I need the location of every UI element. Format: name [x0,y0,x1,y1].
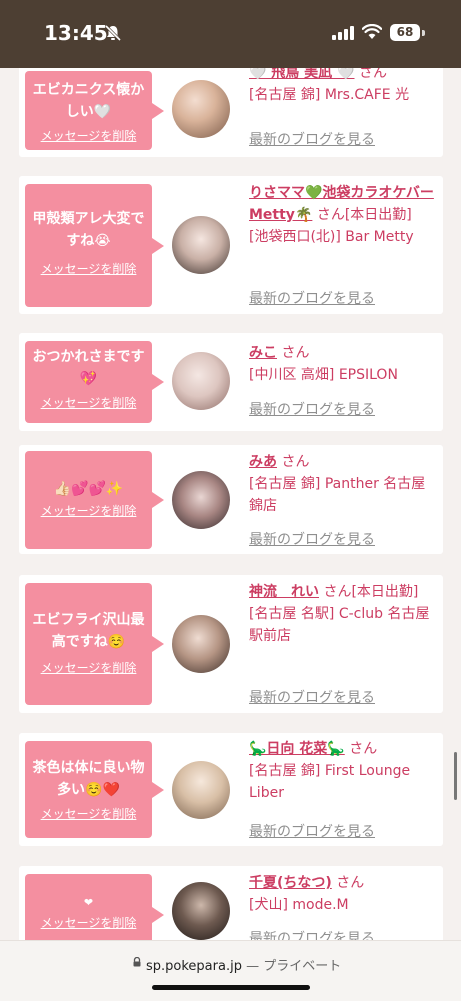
cast-name-link[interactable]: みこ [249,345,277,361]
latest-blog-link[interactable]: 最新のブログを見る [249,129,375,149]
message-text: ❤ [83,896,94,909]
mute-bell-icon [104,24,122,42]
honorific: さん [358,68,387,81]
delete-message-link[interactable]: メッセージを削除 [25,914,152,932]
avatar[interactable] [172,761,230,819]
cast-info: 神流 れい さん[本日出勤] [名古屋 名駅] C-club 名古屋駅前店 [249,581,439,647]
battery-tip [422,30,425,36]
cast-info: 千夏(ちなつ) さん [犬山] mode.M [249,872,439,916]
message-bubble: 甲殻類アレ大変ですね😭 メッセージを削除 [25,184,164,307]
message-text: おつかれさまです💖 [32,349,145,387]
delete-message-link[interactable]: メッセージを削除 [25,394,152,412]
message-bubble: エビフライ沢山最高ですね☺️ メッセージを削除 [25,583,164,705]
cast-info: 🦕日向 花菜🦕 さん [名古屋 錦] First Lounge Liber [249,738,439,804]
message-card: エビフライ沢山最高ですね☺️ メッセージを削除 神流 れい さん[本日出勤] [… [19,575,443,713]
honorific: さん [281,345,310,361]
avatar[interactable] [172,882,230,940]
latest-blog-link[interactable]: 最新のブログを見る [249,928,375,940]
cast-name-link[interactable]: 🤍 飛鳥 美凪 🤍 [249,68,355,81]
delete-message-link[interactable]: メッセージを削除 [25,805,152,823]
url-bar[interactable]: sp.pokepara.jp — プライベート [0,940,461,1001]
shop-name: [中川区 高畑] EPSILON [249,367,398,383]
message-card: 茶色は体に良い物多い☺️❤️ メッセージを削除 🦕日向 花菜🦕 さん [名古屋 … [19,733,443,846]
url-separator: — [246,959,260,974]
shop-name: [名古屋 名駅] C-club 名古屋駅前店 [249,606,430,644]
shop-name: [名古屋 錦] First Lounge Liber [249,763,411,801]
shop-name: [池袋西口(北)] Bar Metty [249,229,414,245]
status-bar: 13:45 68 [0,0,461,68]
message-bubble: ❤ メッセージを削除 [25,874,164,940]
message-text: 👍🏻💕💕✨ [53,481,124,497]
cast-name-link[interactable]: 神流 れい [249,584,319,600]
message-text: エビフライ沢山最高ですね☺️ [32,612,145,650]
latest-blog-link[interactable]: 最新のブログを見る [249,288,375,308]
avatar[interactable] [172,80,230,138]
message-bubble: 茶色は体に良い物多い☺️❤️ メッセージを削除 [25,741,164,838]
cast-info: 🤍 飛鳥 美凪 🤍 さん [名古屋 錦] Mrs.CAFE 光 [249,68,439,106]
delete-message-link[interactable]: メッセージを削除 [25,502,152,520]
message-card: ❤ メッセージを削除 千夏(ちなつ) さん [犬山] mode.M 最新のブログ… [19,866,443,940]
battery-icon: 68 [390,24,420,41]
shop-name: [名古屋 錦] Panther 名古屋錦店 [249,476,426,514]
latest-blog-link[interactable]: 最新のブログを見る [249,821,375,841]
delete-message-link[interactable]: メッセージを削除 [25,260,152,278]
avatar[interactable] [172,471,230,529]
cast-info: みあ さん [名古屋 錦] Panther 名古屋錦店 [249,451,439,517]
honorific: さん[本日出勤] [316,207,412,223]
message-bubble: おつかれさまです💖 メッセージを削除 [25,341,164,423]
honorific: さん [281,454,310,470]
message-feed[interactable]: エビカニクス懐かしい🤍 メッセージを削除 🤍 飛鳥 美凪 🤍 さん [名古屋 錦… [0,68,461,940]
message-card: 甲殻類アレ大変ですね😭 メッセージを削除 りさママ💚池袋カラオケバーMetty🌴… [19,176,443,314]
scrollbar[interactable] [454,752,457,800]
cast-name-link[interactable]: みあ [249,454,277,470]
cellular-signal-icon [332,26,354,40]
honorific: さん [349,741,378,757]
url-domain: sp.pokepara.jp [146,959,242,974]
honorific: さん[本日出勤] [323,584,419,600]
avatar[interactable] [172,352,230,410]
shop-name: [犬山] mode.M [249,897,349,913]
delete-message-link[interactable]: メッセージを削除 [25,127,152,145]
message-card: エビカニクス懐かしい🤍 メッセージを削除 🤍 飛鳥 美凪 🤍 さん [名古屋 錦… [19,68,443,157]
message-bubble: エビカニクス懐かしい🤍 メッセージを削除 [25,71,164,150]
honorific: さん [336,875,365,891]
message-text: 甲殻類アレ大変ですね😭 [32,211,145,249]
delete-message-link[interactable]: メッセージを削除 [25,659,152,677]
latest-blog-link[interactable]: 最新のブログを見る [249,399,375,419]
private-mode-label: プライベート [263,959,342,974]
status-time: 13:45 [44,21,108,45]
cast-name-link[interactable]: 千夏(ちなつ) [249,875,332,891]
latest-blog-link[interactable]: 最新のブログを見る [249,529,375,549]
message-text: エビカニクス懐かしい🤍 [32,82,145,120]
message-text: 茶色は体に良い物多い☺️❤️ [32,760,145,798]
message-card: おつかれさまです💖 メッセージを削除 みこ さん [中川区 高畑] EPSILO… [19,333,443,431]
cast-info: みこ さん [中川区 高畑] EPSILON [249,342,439,386]
wifi-icon [362,24,382,39]
shop-name: [名古屋 錦] Mrs.CAFE 光 [249,87,410,103]
cast-info: りさママ💚池袋カラオケバーMetty🌴 さん[本日出勤] [池袋西口(北)] B… [249,182,439,248]
lock-icon [133,957,141,967]
home-indicator[interactable] [152,985,310,990]
cast-name-link[interactable]: 🦕日向 花菜🦕 [249,741,345,757]
avatar[interactable] [172,216,230,274]
message-bubble: 👍🏻💕💕✨ メッセージを削除 [25,451,164,549]
url-text[interactable]: sp.pokepara.jp — プライベート [146,955,341,974]
message-card: 👍🏻💕💕✨ メッセージを削除 みあ さん [名古屋 錦] Panther 名古屋… [19,445,443,554]
avatar[interactable] [172,615,230,673]
latest-blog-link[interactable]: 最新のブログを見る [249,687,375,707]
